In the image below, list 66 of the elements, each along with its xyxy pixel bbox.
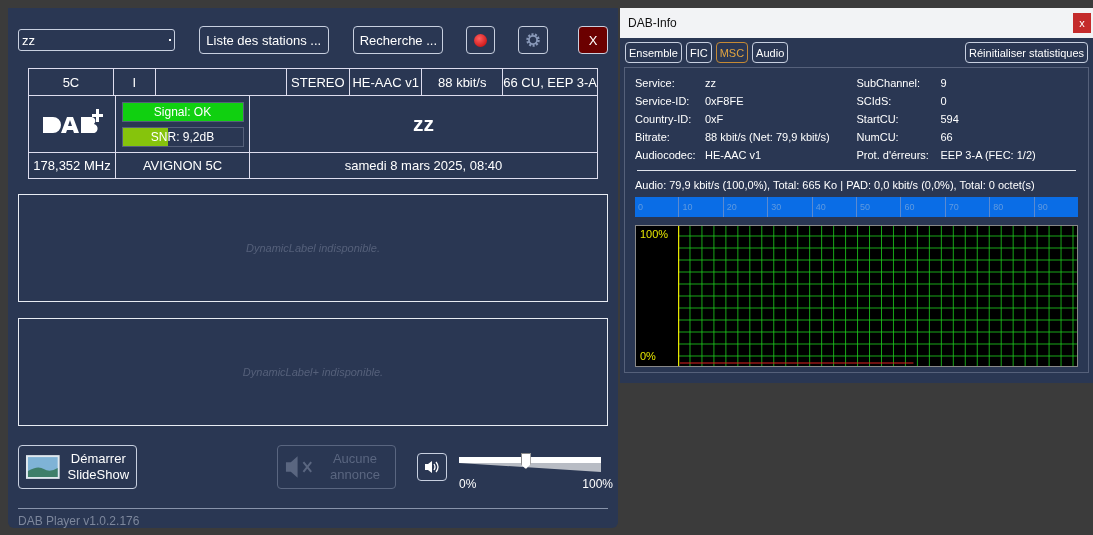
summary-text: Audio: 79,9 kbit/s (100,0%), Total: 665 Ko | PAD: 0,0 kbit/s (0,0%), Total: 0 octet(s) <box>635 179 1036 191</box>
close-button[interactable]: x <box>1073 13 1091 33</box>
meter-tick-label: 30 <box>767 197 812 217</box>
field-label: SCIdS: <box>856 95 893 107</box>
signal-label: Signal: OK <box>153 104 212 119</box>
field-label: Service: <box>635 77 676 89</box>
speaker-icon <box>424 460 440 474</box>
volume-max-label: 100% <box>582 477 613 491</box>
version-text: DAB Player v1.0.2.176 <box>18 508 608 528</box>
meter-tick-label: 80 <box>989 197 1034 217</box>
volume-min-label: 0% <box>459 477 477 491</box>
field-label: Service-ID: <box>635 95 691 107</box>
field-label: Bitrate: <box>635 131 671 143</box>
info-cell: STEREO <box>286 69 351 95</box>
meter-tick-label: 0 <box>637 201 644 214</box>
station-list-button[interactable]: Liste des stations ... <box>198 26 329 54</box>
graph-min-label: 0% <box>640 350 657 362</box>
reset-statistics-button[interactable]: Réinitialiser statistiques <box>965 42 1088 63</box>
info-cell-text: 66 CU, EEP 3-A <box>503 73 597 92</box>
settings-icon <box>524 31 543 49</box>
tab[interactable]: MSC <box>715 42 749 63</box>
settings-button[interactable] <box>518 26 549 54</box>
search-button[interactable]: Recherche ... <box>352 26 443 54</box>
meter-tick-label: 60 <box>900 197 945 217</box>
meter-tick-label: 20 <box>722 197 768 217</box>
station-dropdown[interactable]: zz <box>18 29 175 51</box>
tab[interactable]: Audio <box>752 42 789 63</box>
field-label: Audiocodec: <box>635 149 697 161</box>
field-label: SubChannel: <box>856 77 922 89</box>
tab[interactable]: Ensemble <box>625 42 682 63</box>
field-label: NumCU: <box>856 131 900 143</box>
field-value: 66 <box>940 131 953 143</box>
field-value: 594 <box>940 113 959 125</box>
info-cell: I <box>113 69 156 95</box>
landscape-picture-icon <box>25 454 61 480</box>
field-value: 0xF <box>705 113 724 125</box>
close-button[interactable]: X <box>578 26 608 54</box>
field-value: EEP 3-A (FEC: 1/2) <box>940 149 1036 161</box>
volume-thumb[interactable] <box>520 453 531 469</box>
field-value: 9 <box>940 77 947 89</box>
graph-max-label: 100% <box>640 228 670 240</box>
field-label: StartCU: <box>856 113 900 125</box>
window-title: DAB-Info <box>628 16 677 30</box>
field-value: 88 kbit/s (Net: 79,9 kbit/s) <box>705 131 830 143</box>
meter-tick-label: 40 <box>811 197 857 217</box>
service-name: zz <box>412 111 435 137</box>
volume-button[interactable] <box>417 453 447 481</box>
info-cell: 88 kbit/s <box>422 69 504 95</box>
info-cell: HE-AAC v1 <box>350 69 423 95</box>
ensemble-cell: AVIGNON 5C <box>116 153 250 178</box>
meter-tick-label: 50 <box>856 197 901 217</box>
slideshow-button[interactable]: Démarrer SlideShow <box>18 445 137 489</box>
frequency-cell: 178,352 MHz <box>29 153 116 178</box>
field-label: Prot. d'érreurs: <box>856 149 930 161</box>
field-value: 0 <box>940 95 947 107</box>
field-value: zz <box>705 77 716 89</box>
meter-tick-label: 90 <box>1033 197 1079 217</box>
record-button[interactable] <box>465 26 496 54</box>
tab[interactable]: FIC <box>685 42 712 63</box>
field-value: HE-AAC v1 <box>705 149 762 161</box>
info-cell: 5C <box>29 69 114 95</box>
meter-tick-label: 10 <box>678 197 723 217</box>
field-label: Country-ID: <box>635 113 693 125</box>
meter-tick-label: 70 <box>944 197 990 217</box>
datetime-cell-text: samedi 8 mars 2025, 08:40 <box>343 157 504 175</box>
field-value: 0xF8FE <box>705 95 744 107</box>
